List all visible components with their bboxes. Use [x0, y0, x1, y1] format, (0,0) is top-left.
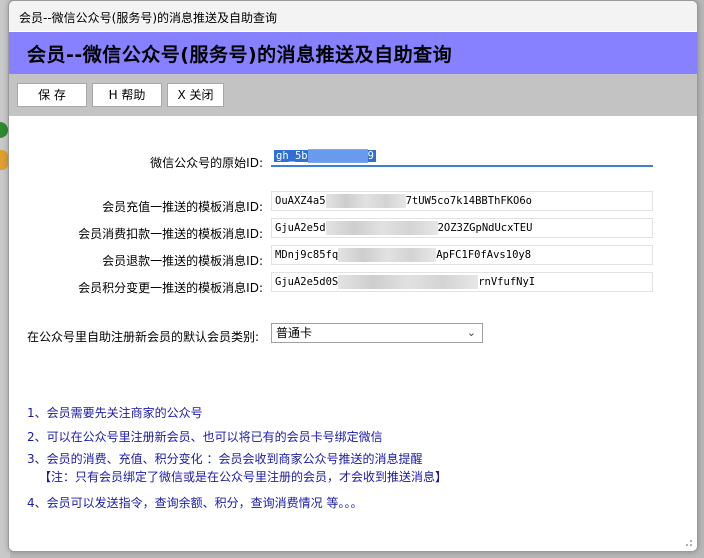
recharge-template-label: 会员充值一推送的模板消息ID:: [102, 200, 263, 214]
default-member-type-value: 普通卡: [276, 326, 313, 340]
save-button[interactable]: 保 存: [17, 83, 87, 107]
points-template-input[interactable]: GjuA2e5d0S rnVfufNyI: [271, 272, 653, 292]
help-button[interactable]: H 帮助: [92, 83, 162, 107]
default-member-type-label: 在公众号里自助注册新会员的默认会员类别:: [26, 330, 259, 344]
close-button[interactable]: X 关闭: [167, 83, 224, 107]
header-banner: 会员--微信公众号(服务号)的消息推送及自助查询: [9, 32, 697, 74]
note-4: 4、会员可以发送指令，查询余额、积分，查询消费情况 等。。。: [27, 496, 363, 510]
window-title: 会员--微信公众号(服务号)的消息推送及自助查询: [19, 11, 278, 25]
default-member-type-select[interactable]: 普通卡 ⌄: [271, 323, 483, 343]
toolbar: 保 存 H 帮助 X 关闭: [9, 74, 697, 116]
dialog-window: 会员--微信公众号(服务号)的消息推送及自助查询 会员--微信公众号(服务号)的…: [8, 0, 698, 552]
title-bar[interactable]: 会员--微信公众号(服务号)的消息推送及自助查询: [9, 1, 697, 31]
refund-template-input[interactable]: MDnj9c85fq ApFC1F0fAvs10y8: [271, 245, 653, 265]
points-template-label: 会员积分变更一推送的模板消息ID:: [78, 281, 263, 295]
resize-grip-icon[interactable]: [683, 537, 693, 547]
points-value-start: GjuA2e5d0S: [275, 276, 339, 288]
deduct-template-input[interactable]: GjuA2e5d 2OZ3ZGpNdUcxTEU: [271, 218, 653, 238]
redacted-segment: [307, 149, 368, 163]
recharge-template-input[interactable]: OuAXZ4a5 7tUW5co7k14BBThFKO6o: [271, 191, 653, 211]
redacted-segment: [338, 248, 437, 262]
redacted-segment: [338, 275, 479, 289]
refund-value-start: MDnj9c85fq: [275, 249, 339, 261]
original-id-input[interactable]: gh_5b 9: [271, 147, 653, 167]
recharge-value-end: 7tUW5co7k14BBThFKO6o: [405, 195, 533, 207]
deduct-value-start: GjuA2e5d: [275, 222, 326, 234]
note-1: 1、会员需要先关注商家的公众号: [27, 406, 203, 420]
redacted-segment: [325, 221, 438, 235]
refund-value-end: ApFC1F0fAvs10y8: [436, 249, 532, 261]
refund-template-label: 会员退款一推送的模板消息ID:: [102, 254, 263, 268]
banner-heading: 会员--微信公众号(服务号)的消息推送及自助查询: [27, 44, 453, 66]
note-3-remark: 【注：只有会员绑定了微信或是在公众号里注册的会员，才会收到推送消息】: [39, 470, 448, 484]
original-id-value-start: gh_5b: [276, 150, 308, 162]
form-area: 微信公众号的原始ID: gh_5b 9 会员充值一推送的模板消息ID: OuAXZ…: [9, 116, 697, 551]
original-id-label: 微信公众号的原始ID:: [150, 156, 263, 170]
chevron-down-icon: ⌄: [466, 326, 476, 339]
points-value-end: rnVfufNyI: [478, 276, 536, 288]
deduct-value-end: 2OZ3ZGpNdUcxTEU: [437, 222, 533, 234]
note-3: 3、会员的消费、充值、积分变化 ：会员会收到商家公众号推送的消息提醒: [27, 452, 423, 466]
deduct-template-label: 会员消费扣款一推送的模板消息ID:: [78, 227, 263, 241]
background-app-icon: [0, 150, 8, 170]
note-2: 2、可以在公众号里注册新会员、也可以将已有的会员卡号绑定微信: [27, 430, 383, 444]
recharge-value-start: OuAXZ4a5: [275, 195, 326, 207]
original-id-value-end: 9: [367, 150, 374, 162]
redacted-segment: [325, 194, 406, 208]
